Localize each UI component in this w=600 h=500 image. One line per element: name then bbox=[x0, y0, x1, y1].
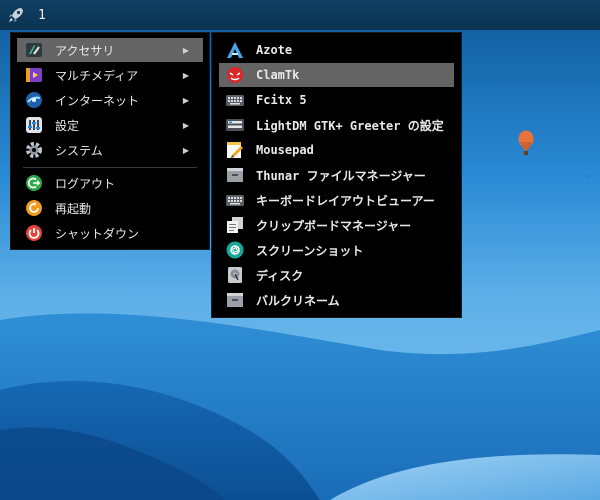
submenu-item-bulk-rename[interactable]: バルクリネーム bbox=[219, 288, 454, 312]
balloon-icon bbox=[518, 130, 534, 155]
keyboard-layout-icon bbox=[226, 191, 244, 209]
azote-icon bbox=[226, 41, 244, 59]
rocket-icon[interactable] bbox=[6, 5, 26, 25]
menu-item-internet[interactable]: インターネット ▶ bbox=[17, 88, 203, 112]
logout-icon bbox=[25, 174, 43, 192]
clipboard-icon bbox=[226, 216, 244, 234]
submenu-item-keyboard-layout-viewer[interactable]: キーボードレイアウトビューアー bbox=[219, 188, 454, 212]
submenu-item-thunar[interactable]: Thunar ファイルマネージャー bbox=[219, 163, 454, 187]
menu-item-logout[interactable]: ログアウト bbox=[17, 171, 203, 195]
menu-item-reboot[interactable]: 再起動 bbox=[17, 196, 203, 220]
text-editor-icon bbox=[226, 141, 244, 159]
small-balloon-icon bbox=[585, 174, 589, 178]
system-gear-icon bbox=[25, 141, 43, 159]
menu-item-accessories[interactable]: アクセサリ ▶ bbox=[17, 38, 203, 62]
menu-item-settings[interactable]: 設定 ▶ bbox=[17, 113, 203, 137]
menu-separator bbox=[23, 167, 197, 168]
submenu-arrow-icon: ▶ bbox=[182, 45, 189, 55]
menu-item-shutdown[interactable]: シャットダウン bbox=[17, 221, 203, 245]
menu-item-system[interactable]: システム ▶ bbox=[17, 138, 203, 162]
bulk-rename-icon bbox=[226, 291, 244, 309]
settings-icon bbox=[25, 116, 43, 134]
internet-icon bbox=[25, 91, 43, 109]
submenu-item-azote[interactable]: Azote bbox=[219, 38, 454, 62]
keyboard-icon bbox=[226, 91, 244, 109]
submenu-item-clipboard-manager[interactable]: クリップボードマネージャー bbox=[219, 213, 454, 237]
menu-item-multimedia[interactable]: マルチメディア ▶ bbox=[17, 63, 203, 87]
application-menu: アクセサリ ▶ マルチメディア ▶ インターネット ▶ 設定 ▶ システム ▶ … bbox=[10, 32, 210, 250]
submenu-item-disks[interactable]: ディスク bbox=[219, 263, 454, 287]
file-manager-icon bbox=[226, 166, 244, 184]
submenu-item-mousepad[interactable]: Mousepad bbox=[219, 138, 454, 162]
workspace-indicator[interactable]: 1 bbox=[38, 8, 46, 23]
top-panel: 1 bbox=[0, 0, 600, 30]
disk-icon bbox=[226, 266, 244, 284]
screenshot-icon bbox=[226, 241, 244, 259]
shutdown-icon bbox=[25, 224, 43, 242]
submenu-arrow-icon: ▶ bbox=[182, 95, 189, 105]
accessories-icon bbox=[25, 41, 43, 59]
submenu-item-fcitx5[interactable]: Fcitx 5 bbox=[219, 88, 454, 112]
submenu-item-clamtk[interactable]: ClamTk bbox=[219, 63, 454, 87]
clamtk-icon bbox=[226, 66, 244, 84]
submenu-arrow-icon: ▶ bbox=[182, 120, 189, 130]
submenu-item-screenshot[interactable]: スクリーンショット bbox=[219, 238, 454, 262]
accessories-submenu: Azote ClamTk Fcitx 5 LightDM GTK+ Greete… bbox=[211, 32, 462, 318]
submenu-arrow-icon: ▶ bbox=[182, 70, 189, 80]
submenu-arrow-icon: ▶ bbox=[182, 145, 189, 155]
submenu-item-lightdm-greeter[interactable]: LightDM GTK+ Greeter の設定 bbox=[219, 113, 454, 137]
lightdm-icon bbox=[226, 116, 244, 134]
reboot-icon bbox=[25, 199, 43, 217]
multimedia-icon bbox=[25, 66, 43, 84]
